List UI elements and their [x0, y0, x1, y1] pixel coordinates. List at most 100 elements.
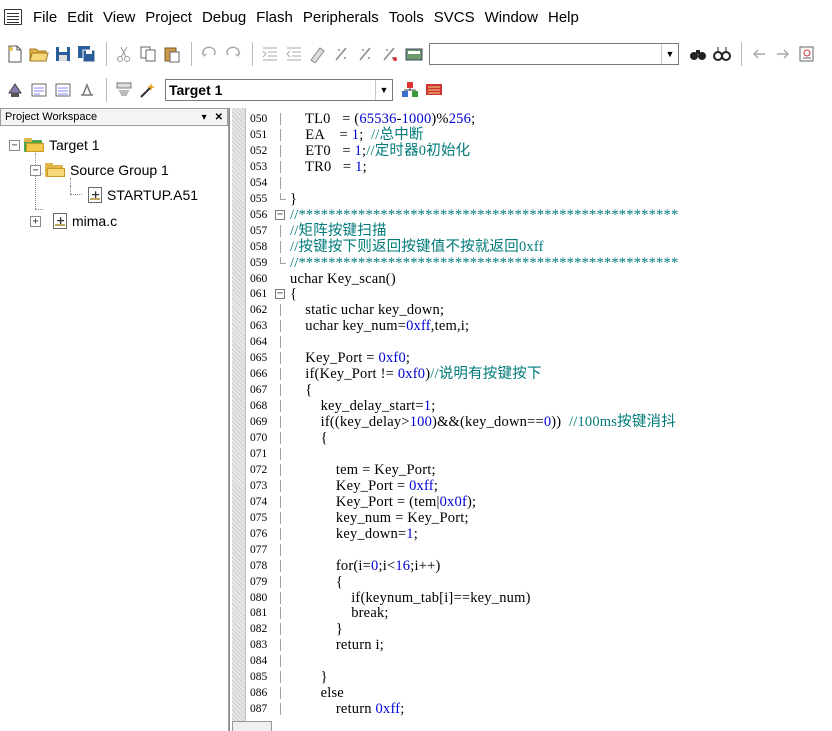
menu-window[interactable]: Window: [480, 9, 543, 26]
tree-item-target[interactable]: − Target 1: [9, 135, 100, 155]
expand-toggle[interactable]: +: [30, 215, 41, 227]
code-line[interactable]: 058 //按键按下则返回按键值不按就返回0xff: [230, 239, 830, 254]
close-icon[interactable]: ✕: [215, 112, 223, 123]
code-line[interactable]: 055}: [230, 192, 830, 207]
code-line[interactable]: 084: [230, 655, 830, 668]
code-line[interactable]: 079 {: [230, 574, 830, 589]
code-line[interactable]: 062 static uchar key_down;: [230, 303, 830, 318]
file-extensions-icon[interactable]: [423, 79, 445, 101]
find-icon[interactable]: [687, 43, 709, 65]
code-line[interactable]: 081 break;: [230, 606, 830, 621]
source-browser-icon[interactable]: [796, 43, 818, 65]
menu-project[interactable]: Project: [140, 9, 197, 26]
code-line[interactable]: 054: [230, 176, 830, 189]
navigate-back-icon[interactable]: [748, 43, 770, 65]
code-line[interactable]: 056−//**********************************…: [230, 207, 830, 222]
code-line[interactable]: 085 }: [230, 670, 830, 685]
code-line[interactable]: 072 tem = Key_Port;: [230, 463, 830, 478]
tree-item-file[interactable]: STARTUP.A51: [88, 185, 198, 205]
find-input[interactable]: [430, 44, 661, 64]
new-file-icon[interactable]: [4, 43, 26, 65]
menu-peripherals[interactable]: Peripherals: [298, 9, 384, 26]
unindent-icon[interactable]: [283, 43, 305, 65]
indent-icon[interactable]: [259, 43, 281, 65]
code-line[interactable]: 068 key_delay_start=1;: [230, 399, 830, 414]
paste-icon[interactable]: [161, 43, 183, 65]
menu-debug[interactable]: Debug: [197, 9, 251, 26]
code-editor[interactable]: 050 TL0 = (65536-1000)%256; 051 EA = 1; /…: [229, 108, 832, 731]
horizontal-scrollbar[interactable]: [232, 721, 272, 731]
code-line[interactable]: 060 uchar Key_scan(): [230, 271, 830, 286]
code-line[interactable]: 075 key_num = Key_Port;: [230, 511, 830, 526]
options-wand-icon[interactable]: [137, 79, 159, 101]
menu-flash[interactable]: Flash: [251, 9, 298, 26]
prev-bookmark-icon[interactable]: [331, 43, 353, 65]
code-line[interactable]: 071: [230, 447, 830, 460]
fold-collapse-icon[interactable]: −: [274, 209, 288, 221]
redo-icon[interactable]: [222, 43, 244, 65]
code-line[interactable]: 070 {: [230, 431, 830, 446]
panel-menu-icon[interactable]: ▾: [202, 112, 207, 123]
menu-edit[interactable]: Edit: [62, 9, 98, 26]
chevron-down-icon[interactable]: ▼: [375, 80, 392, 100]
code-line[interactable]: 061−{: [230, 287, 830, 302]
code-line[interactable]: 078 for(i=0;i<16;i++): [230, 558, 830, 573]
bookmark-icon[interactable]: [307, 43, 329, 65]
copy-icon[interactable]: [137, 43, 159, 65]
fold-guide: [274, 623, 288, 636]
code-line[interactable]: 050 TL0 = (65536-1000)%256;: [230, 112, 830, 127]
code-line[interactable]: 059 //***********************************…: [230, 255, 830, 270]
line-number: 077: [250, 543, 268, 556]
tree-item-source-group[interactable]: − Source Group 1: [30, 160, 169, 180]
undo-icon[interactable]: [198, 43, 220, 65]
target-select[interactable]: Target 1 ▼: [165, 79, 393, 101]
incremental-find-icon[interactable]: [711, 43, 733, 65]
save-icon[interactable]: [52, 43, 74, 65]
code-line[interactable]: 087 return 0xff;: [230, 702, 830, 717]
code-line[interactable]: 065 Key_Port = 0xf0;: [230, 351, 830, 366]
tree-item-file[interactable]: + mima.c: [30, 211, 117, 231]
menu-file[interactable]: File: [28, 9, 62, 26]
build-icon[interactable]: [28, 79, 50, 101]
code-line[interactable]: 076 key_down=1;: [230, 526, 830, 541]
fold-collapse-icon[interactable]: −: [274, 288, 288, 300]
code-line[interactable]: 069 if((key_delay>100)&&(key_down==0)) /…: [230, 415, 830, 430]
menu-tools[interactable]: Tools: [384, 9, 429, 26]
download-icon[interactable]: [113, 79, 135, 101]
tree-label-file: mima.c: [72, 213, 118, 229]
code-line[interactable]: 051 EA = 1; //总中断: [230, 128, 830, 143]
code-line[interactable]: 086 else: [230, 686, 830, 701]
code-line[interactable]: 052 ET0 = 1;//定时器0初始化: [230, 144, 830, 159]
find-in-files-icon[interactable]: [403, 43, 425, 65]
collapse-toggle[interactable]: −: [9, 139, 20, 151]
menu-help[interactable]: Help: [543, 9, 584, 26]
chevron-down-icon[interactable]: ▼: [661, 44, 678, 64]
code-line[interactable]: 080 if(keynum_tab[i]==key_num): [230, 590, 830, 605]
next-bookmark-icon[interactable]: [355, 43, 377, 65]
menu-svcs[interactable]: SVCS: [429, 9, 480, 26]
collapse-toggle[interactable]: −: [30, 164, 41, 176]
code-line[interactable]: 077: [230, 543, 830, 556]
code-line[interactable]: 073 Key_Port = 0xff;: [230, 479, 830, 494]
manage-components-icon[interactable]: [399, 79, 421, 101]
code-line[interactable]: 083 return i;: [230, 638, 830, 653]
rebuild-icon[interactable]: [52, 79, 74, 101]
translate-icon[interactable]: [4, 79, 26, 101]
menu-view[interactable]: View: [98, 9, 140, 26]
clear-bookmarks-icon[interactable]: [379, 43, 401, 65]
code-line[interactable]: 053 TR0 = 1;: [230, 158, 830, 175]
code-line[interactable]: 074 Key_Port = (tem|0x0f);: [230, 495, 830, 510]
cut-icon[interactable]: [113, 43, 135, 65]
code-line[interactable]: 066 if(Key_Port != 0xf0)//说明有按键按下: [230, 367, 830, 382]
navigate-forward-icon[interactable]: [772, 43, 794, 65]
code-line[interactable]: 063 uchar key_num=0xff,tem,i;: [230, 319, 830, 334]
find-combobox[interactable]: ▼: [429, 43, 679, 65]
code-line[interactable]: 067 {: [230, 383, 830, 398]
code-line[interactable]: 082 }: [230, 622, 830, 637]
code-line[interactable]: 064: [230, 336, 830, 349]
code-line[interactable]: 057 //矩阵按键扫描: [230, 223, 830, 238]
open-folder-icon[interactable]: [28, 43, 50, 65]
code-text: TR0 = 1;: [290, 158, 367, 175]
save-all-icon[interactable]: [76, 43, 98, 65]
stop-build-icon[interactable]: [76, 79, 98, 101]
